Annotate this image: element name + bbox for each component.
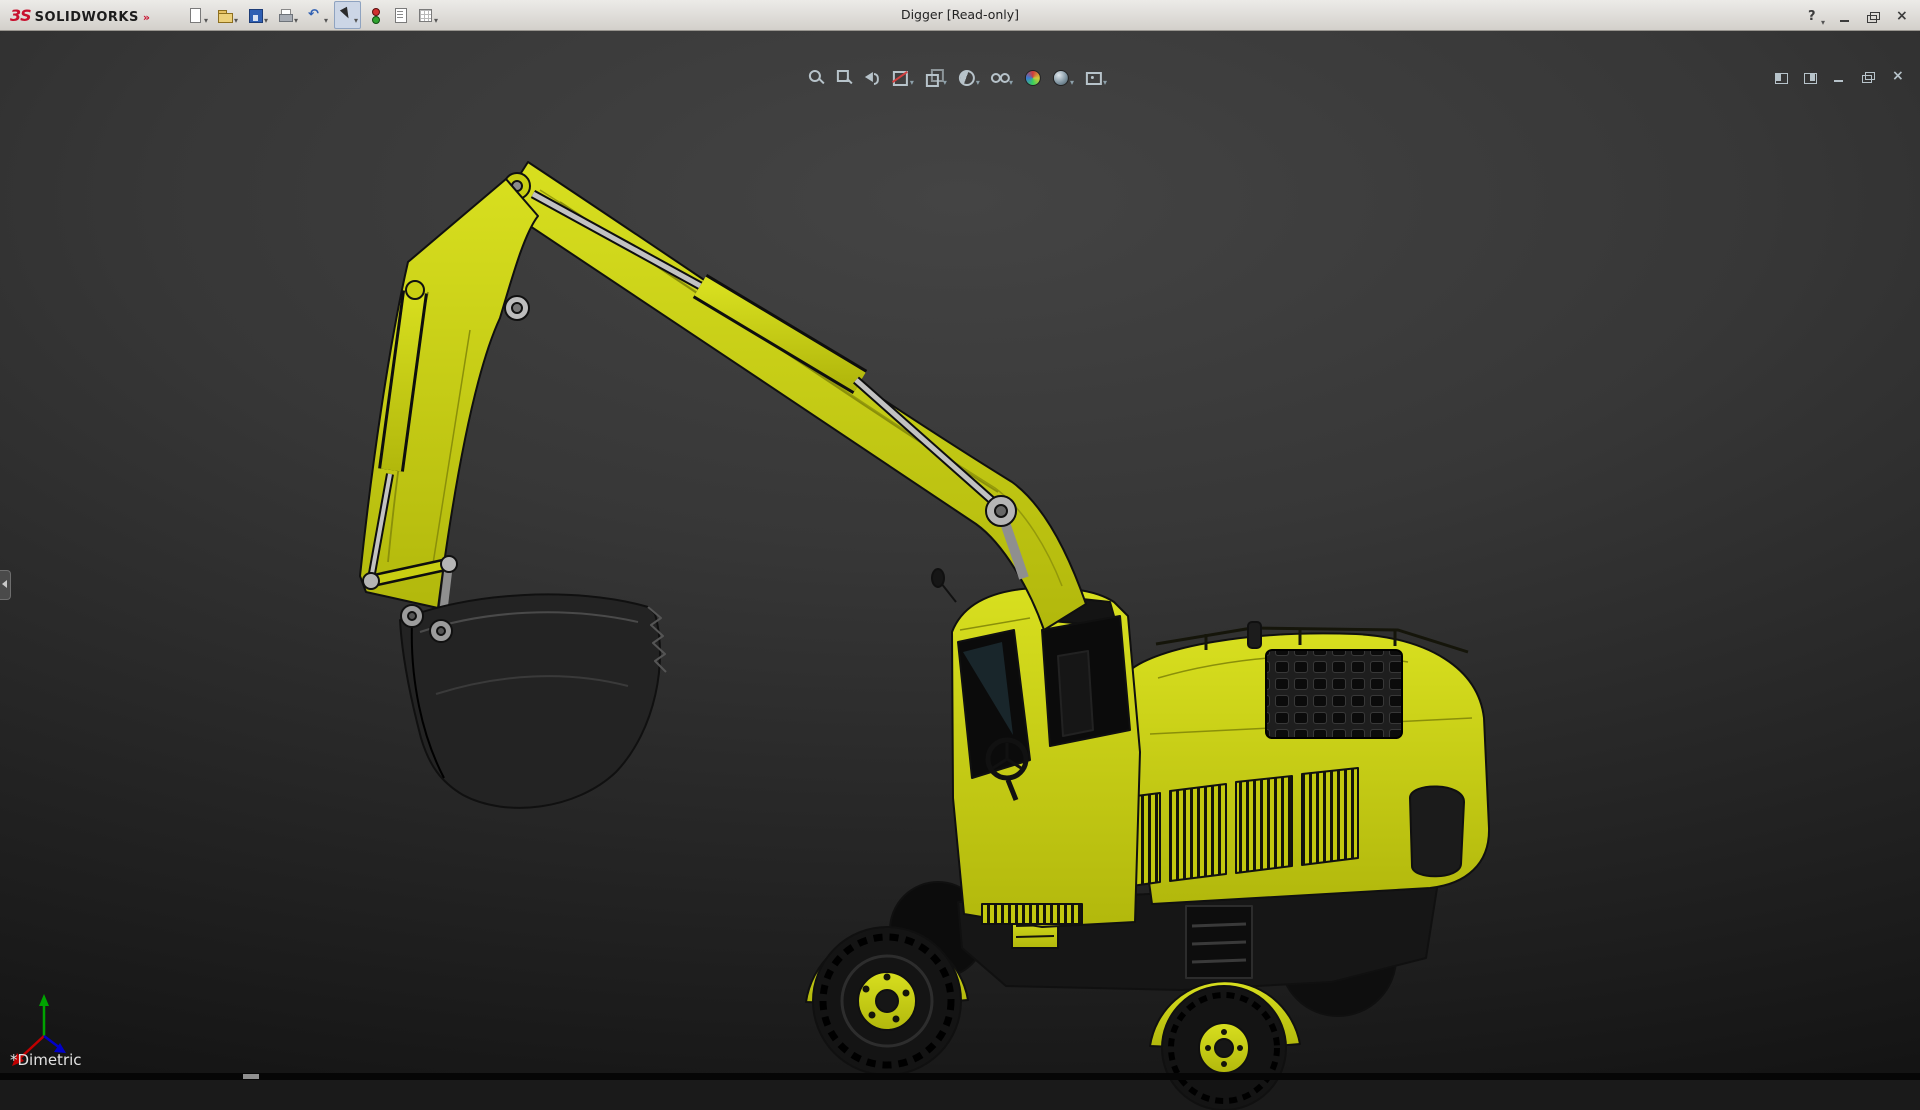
cab[interactable] [932, 569, 1140, 927]
minimize-button[interactable] [1834, 3, 1856, 31]
options-button[interactable] [414, 1, 441, 29]
minimize-icon [1837, 9, 1853, 25]
display-style-dropdown-arrow[interactable] [975, 68, 980, 87]
open-icon [217, 7, 233, 23]
titlebar: 3S SOLIDWORKS » Digger [Read-only] [0, 0, 1920, 31]
new-dropdown-arrow[interactable] [203, 6, 208, 25]
featuremanager-flyout-tab[interactable] [0, 570, 11, 600]
open-button[interactable] [214, 1, 241, 29]
previous-view-icon [863, 68, 881, 86]
bucket[interactable] [400, 594, 666, 807]
view-orientation-label: *Dimetric [10, 1051, 82, 1069]
brand-mark: 3S [10, 6, 31, 25]
save-icon [247, 7, 263, 23]
view-settings-dropdown-arrow[interactable] [1102, 68, 1107, 87]
new-button[interactable] [184, 1, 211, 29]
open-dropdown-arrow[interactable] [233, 6, 238, 25]
apply-scene-button[interactable] [1048, 63, 1077, 91]
help-dropdown-arrow[interactable] [1820, 8, 1825, 27]
apply-scene-dropdown-arrow[interactable] [1069, 68, 1074, 87]
close-button[interactable] [1890, 3, 1912, 31]
titlebar-controls [1801, 3, 1912, 31]
section-view-button[interactable] [888, 63, 917, 91]
close-icon [1889, 69, 1905, 85]
help-icon [1804, 9, 1820, 25]
digger-model[interactable] [0, 30, 1920, 1110]
boom-arm[interactable] [500, 162, 1086, 630]
undo-dropdown-arrow[interactable] [323, 6, 328, 25]
restore-icon [1860, 69, 1876, 85]
engine-housing[interactable] [1104, 622, 1489, 904]
wheel-rear-left[interactable] [1162, 986, 1286, 1110]
undo-icon [307, 7, 323, 23]
pane-left-button[interactable] [1770, 63, 1792, 91]
viewport-window-controls [1770, 63, 1908, 91]
window-title: Digger [Read-only] [901, 0, 1019, 30]
save-dropdown-arrow[interactable] [263, 6, 268, 25]
edit-appearance-button[interactable] [1020, 63, 1044, 91]
print-icon [277, 7, 293, 23]
options-icon [417, 7, 433, 23]
selection-filter-icon [367, 7, 383, 23]
taskbar-sliver [243, 1074, 259, 1079]
minimize-button[interactable] [1828, 63, 1850, 91]
zoom-to-area-button[interactable] [832, 63, 856, 91]
select-button[interactable] [334, 1, 361, 29]
print-button[interactable] [274, 1, 301, 29]
pane-right-button[interactable] [1799, 63, 1821, 91]
zoom-to-fit-icon [807, 68, 825, 86]
solidworks-window: { "window": { "brand_mark": "3S", "brand… [0, 0, 1920, 1080]
display-style-button[interactable] [954, 63, 983, 91]
main-toolbar [184, 1, 441, 29]
pane-right-icon [1802, 69, 1818, 85]
pane-left-icon [1773, 69, 1789, 85]
stick-arm[interactable] [360, 179, 538, 608]
brand-chevron-icon: » [143, 11, 150, 24]
print-dropdown-arrow[interactable] [293, 6, 298, 25]
headsup-view-toolbar [804, 63, 1110, 91]
view-settings-icon [1084, 68, 1102, 86]
bottom-edge-bar [0, 1073, 1920, 1080]
help-button[interactable] [1801, 3, 1828, 31]
display-style-icon [957, 68, 975, 86]
new-icon [187, 7, 203, 23]
close-icon [1893, 9, 1909, 25]
file-properties-button[interactable] [389, 1, 411, 29]
select-icon [337, 7, 353, 23]
section-view-icon [891, 68, 909, 86]
close-button[interactable] [1886, 63, 1908, 91]
save-button[interactable] [244, 1, 271, 29]
solidworks-logo: 3S SOLIDWORKS » [0, 6, 158, 25]
restore-button[interactable] [1862, 3, 1884, 31]
zoom-to-area-icon [835, 68, 853, 86]
view-orientation-icon [924, 68, 942, 86]
brand-name: SOLIDWORKS [35, 10, 139, 25]
previous-view-button[interactable] [860, 63, 884, 91]
options-dropdown-arrow[interactable] [433, 6, 438, 25]
restore-button[interactable] [1857, 63, 1879, 91]
edit-appearance-icon [1023, 68, 1041, 86]
view-settings-button[interactable] [1081, 63, 1110, 91]
wheel-front-left[interactable] [813, 927, 961, 1075]
zoom-to-fit-button[interactable] [804, 63, 828, 91]
hide-show-items-button[interactable] [987, 63, 1016, 91]
minimize-icon [1831, 69, 1847, 85]
select-dropdown-arrow[interactable] [353, 6, 358, 25]
apply-scene-icon [1051, 68, 1069, 86]
section-view-dropdown-arrow[interactable] [909, 68, 914, 87]
restore-icon [1865, 9, 1881, 25]
viewport[interactable]: *Dimetric [0, 30, 1920, 1080]
view-orientation-button[interactable] [921, 63, 950, 91]
undo-button[interactable] [304, 1, 331, 29]
file-properties-icon [392, 7, 408, 23]
hide-show-items-icon [990, 68, 1008, 86]
selection-filter-button[interactable] [364, 1, 386, 29]
